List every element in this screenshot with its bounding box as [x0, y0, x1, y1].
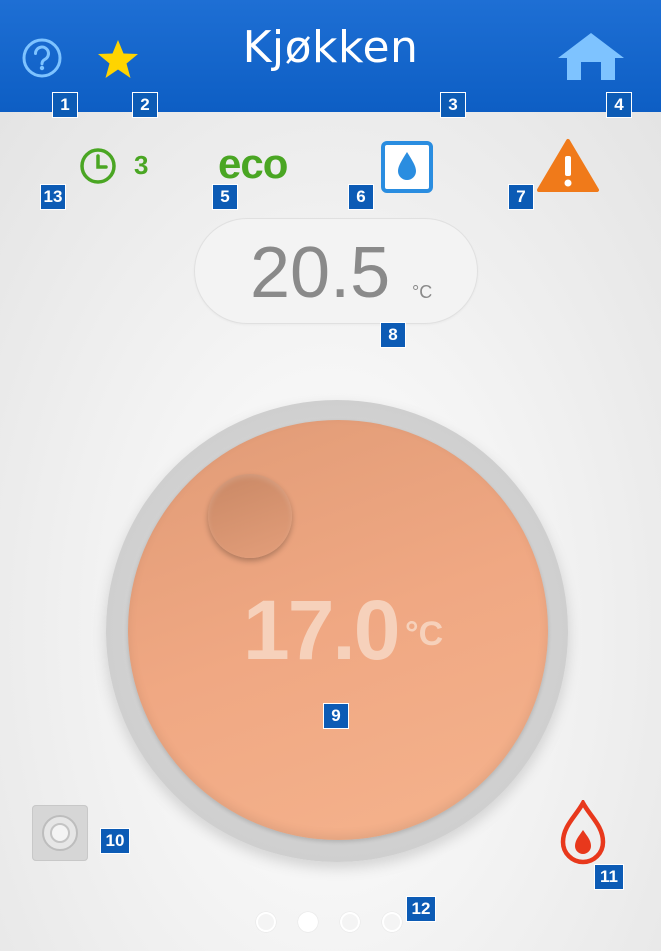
page-dot[interactable]	[340, 912, 360, 932]
setpoint-temperature: 17.0	[243, 583, 400, 677]
page-dot-active[interactable]	[298, 912, 318, 932]
schedule-number: 3	[134, 150, 149, 180]
setpoint-unit: °C	[405, 615, 444, 653]
dial-knob[interactable]	[208, 474, 292, 558]
annotation-badge: 1	[52, 92, 78, 118]
annotation-badge: 9	[323, 703, 349, 729]
annotation-badge: 12	[406, 896, 436, 922]
annotation-badge: 13	[40, 184, 66, 210]
annotation-badge: 6	[348, 184, 374, 210]
header-bar: Kjøkken	[0, 0, 661, 112]
annotation-badge: 10	[100, 828, 130, 854]
home-icon[interactable]	[556, 30, 626, 86]
water-drop-icon[interactable]	[380, 140, 434, 198]
page-dot[interactable]	[382, 912, 402, 932]
annotation-badge: 11	[594, 864, 624, 890]
annotation-badge: 4	[606, 92, 632, 118]
schedule-clock-icon[interactable]	[78, 146, 118, 190]
annotation-badge: 8	[380, 322, 406, 348]
current-temperature: 20.5	[250, 233, 391, 313]
device-icon[interactable]	[32, 805, 88, 861]
annotation-badge: 2	[132, 92, 158, 118]
annotation-badge: 7	[508, 184, 534, 210]
warning-icon[interactable]	[536, 138, 600, 198]
annotation-badge: 5	[212, 184, 238, 210]
annotation-badge: 3	[440, 92, 466, 118]
eco-label[interactable]: eco	[218, 140, 288, 188]
flame-icon[interactable]	[560, 798, 606, 870]
page-dot[interactable]	[256, 912, 276, 932]
current-temperature-unit: °C	[412, 282, 433, 302]
